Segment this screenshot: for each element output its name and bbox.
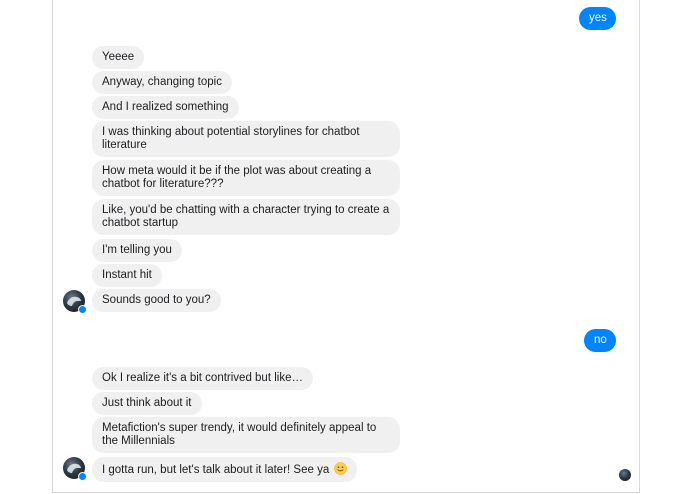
message-text: yes [589, 12, 607, 24]
message-text: Instant hit [102, 269, 152, 281]
messenger-badge-icon [78, 472, 87, 481]
incoming-message[interactable]: I was thinking about potential storyline… [92, 121, 400, 157]
message-text: Just think about it [102, 397, 192, 409]
incoming-message[interactable]: Sounds good to you? [92, 289, 221, 312]
incoming-message[interactable]: I'm telling you [92, 239, 182, 262]
contact-avatar[interactable] [63, 290, 87, 314]
incoming-message[interactable]: How meta would it be if the plot was abo… [92, 160, 400, 196]
incoming-message[interactable]: Instant hit [92, 264, 162, 287]
message-text: I'm telling you [102, 244, 172, 256]
message-text: And I realized something [102, 101, 229, 113]
incoming-message[interactable]: Anyway, changing topic [92, 71, 232, 94]
read-receipt-avatar [619, 469, 631, 481]
message-text: Anyway, changing topic [102, 76, 222, 88]
slightly-smiling-face-emoji [334, 462, 348, 475]
message-text: Yeeee [102, 51, 135, 63]
incoming-message[interactable]: Yeeee [92, 46, 145, 69]
message-text: Metafiction's super trendy, it would def… [102, 422, 377, 447]
incoming-message[interactable]: Metafiction's super trendy, it would def… [92, 417, 400, 453]
message-text: I gotta run, but let's talk about it lat… [102, 464, 330, 476]
messenger-badge-icon [78, 305, 87, 314]
incoming-message[interactable]: And I realized something [92, 96, 239, 119]
outgoing-message[interactable]: no [584, 329, 616, 352]
incoming-message[interactable]: Just think about it [92, 392, 202, 415]
incoming-message[interactable]: Ok I realize it's a bit contrived but li… [92, 367, 313, 390]
message-text: no [594, 334, 607, 346]
message-text: How meta would it be if the plot was abo… [102, 165, 372, 190]
contact-avatar[interactable] [63, 457, 87, 481]
outgoing-message[interactable]: yes [579, 7, 616, 30]
message-text: Sounds good to you? [102, 294, 211, 306]
message-text: Ok I realize it's a bit contrived but li… [102, 372, 303, 384]
incoming-message[interactable]: I gotta run, but let's talk about it lat… [92, 457, 358, 482]
message-text: Like, you'd be chatting with a character… [102, 204, 390, 229]
message-text: I was thinking about potential storyline… [102, 126, 360, 151]
incoming-message[interactable]: Like, you'd be chatting with a character… [92, 199, 400, 235]
